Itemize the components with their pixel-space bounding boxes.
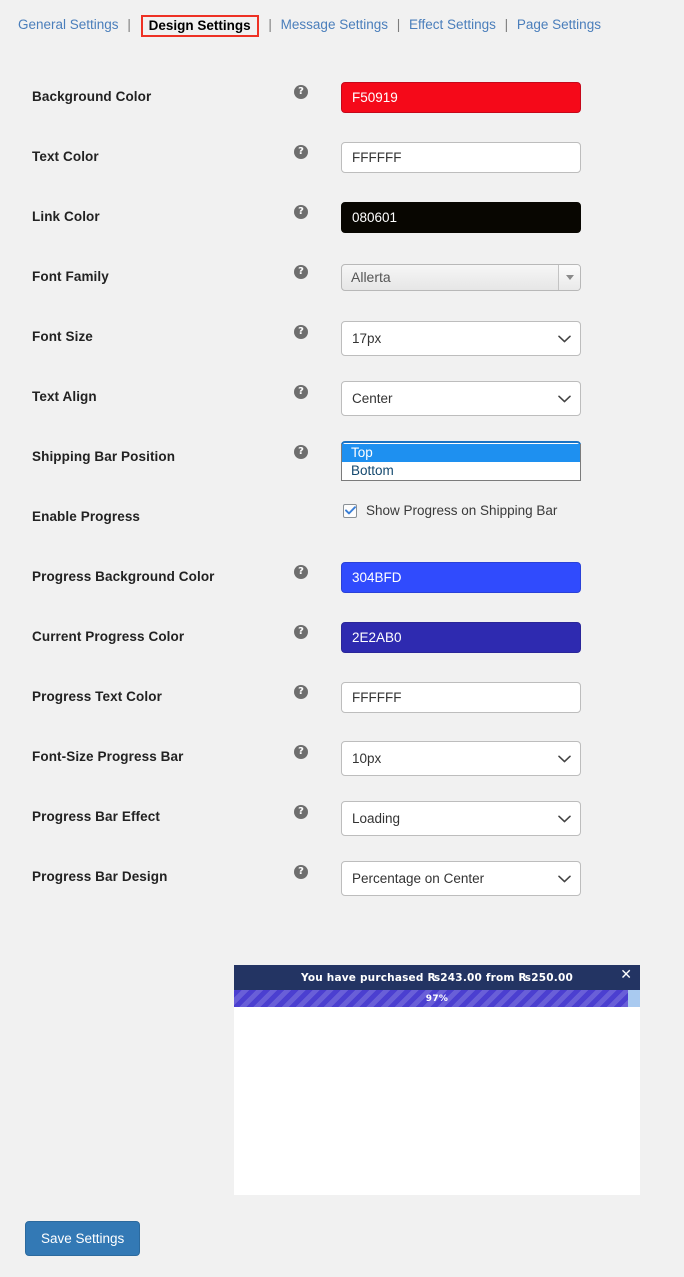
help-icon[interactable]: ? [294,445,308,459]
enable-progress-checkbox[interactable] [343,503,357,518]
chevron-down-icon [558,862,571,895]
field-row-progress-background-color: Progress Background Color ? [0,518,684,593]
help-icon[interactable]: ? [294,205,308,219]
help-icon[interactable]: ? [294,685,308,699]
tab-separator: | [396,17,401,32]
field-row-background-color: Background Color ? [0,38,684,113]
preview-header: You have purchased ₨243.00 from ₨250.00 … [234,965,640,990]
preview-progress-track: 97% [234,990,640,1007]
field-row-font-size-progress-bar: Font-Size Progress Bar ? 10px [0,698,684,776]
field-row-current-progress-color: Current Progress Color ? [0,578,684,653]
help-icon[interactable]: ? [294,145,308,159]
field-row-progress-bar-design: Progress Bar Design ? Percentage on Cent… [0,818,684,896]
help-icon[interactable]: ? [294,265,308,279]
field-row-progress-bar-effect: Progress Bar Effect ? Loading [0,758,684,836]
progress-bar-design-value: Percentage on Center [352,871,485,886]
tab-message-settings[interactable]: Message Settings [281,17,388,32]
shipping-bar-preview: You have purchased ₨243.00 from ₨250.00 … [234,965,640,1195]
progress-bar-design-select[interactable]: Percentage on Center [341,861,581,896]
tab-general-settings[interactable]: General Settings [18,17,119,32]
tab-design-settings-annotation: Design Settings [140,15,259,37]
field-row-text-align: Text Align ? Center [0,338,684,416]
shipping-bar-position-dropdown[interactable]: Top Bottom [341,444,581,481]
tab-design-settings[interactable]: Design Settings [146,17,254,34]
help-icon[interactable]: ? [294,745,308,759]
label-progress-bar-design: Progress Bar Design [32,869,168,884]
preview-progress-percent: 97% [425,993,449,1004]
field-row-progress-text-color: Progress Text Color ? [0,638,684,713]
tab-page-settings[interactable]: Page Settings [517,17,601,32]
help-icon[interactable]: ? [294,85,308,99]
field-row-link-color: Link Color ? [0,158,684,233]
preview-message: You have purchased ₨243.00 from ₨250.00 [300,971,573,984]
help-icon[interactable]: ? [294,625,308,639]
help-icon[interactable]: ? [294,865,308,879]
settings-tab-bar: General Settings | Design Settings | Mes… [0,0,684,38]
help-icon[interactable]: ? [294,565,308,579]
dropdown-option-bottom[interactable]: Bottom [342,462,580,480]
field-row-font-family: Font Family ? Allerta [0,218,684,291]
tab-effect-settings[interactable]: Effect Settings [409,17,496,32]
help-icon[interactable]: ? [294,385,308,399]
help-icon[interactable]: ? [294,325,308,339]
enable-progress-checkbox-label: Show Progress on Shipping Bar [366,503,558,518]
tab-separator: | [268,17,272,32]
preview-body [234,1007,640,1195]
tab-separator: | [127,17,131,32]
control-progress-bar-design: Percentage on Center [341,861,581,896]
help-icon[interactable]: ? [294,805,308,819]
save-settings-button[interactable]: Save Settings [25,1221,141,1256]
dropdown-option-top[interactable]: Top [342,444,580,462]
tab-separator: | [504,17,509,32]
enable-progress-checkbox-group[interactable]: Show Progress on Shipping Bar [343,503,557,518]
field-row-font-size: Font Size ? 17px [0,278,684,356]
close-icon[interactable]: ✕ [620,968,632,982]
field-row-text-color: Text Color ? [0,98,684,173]
